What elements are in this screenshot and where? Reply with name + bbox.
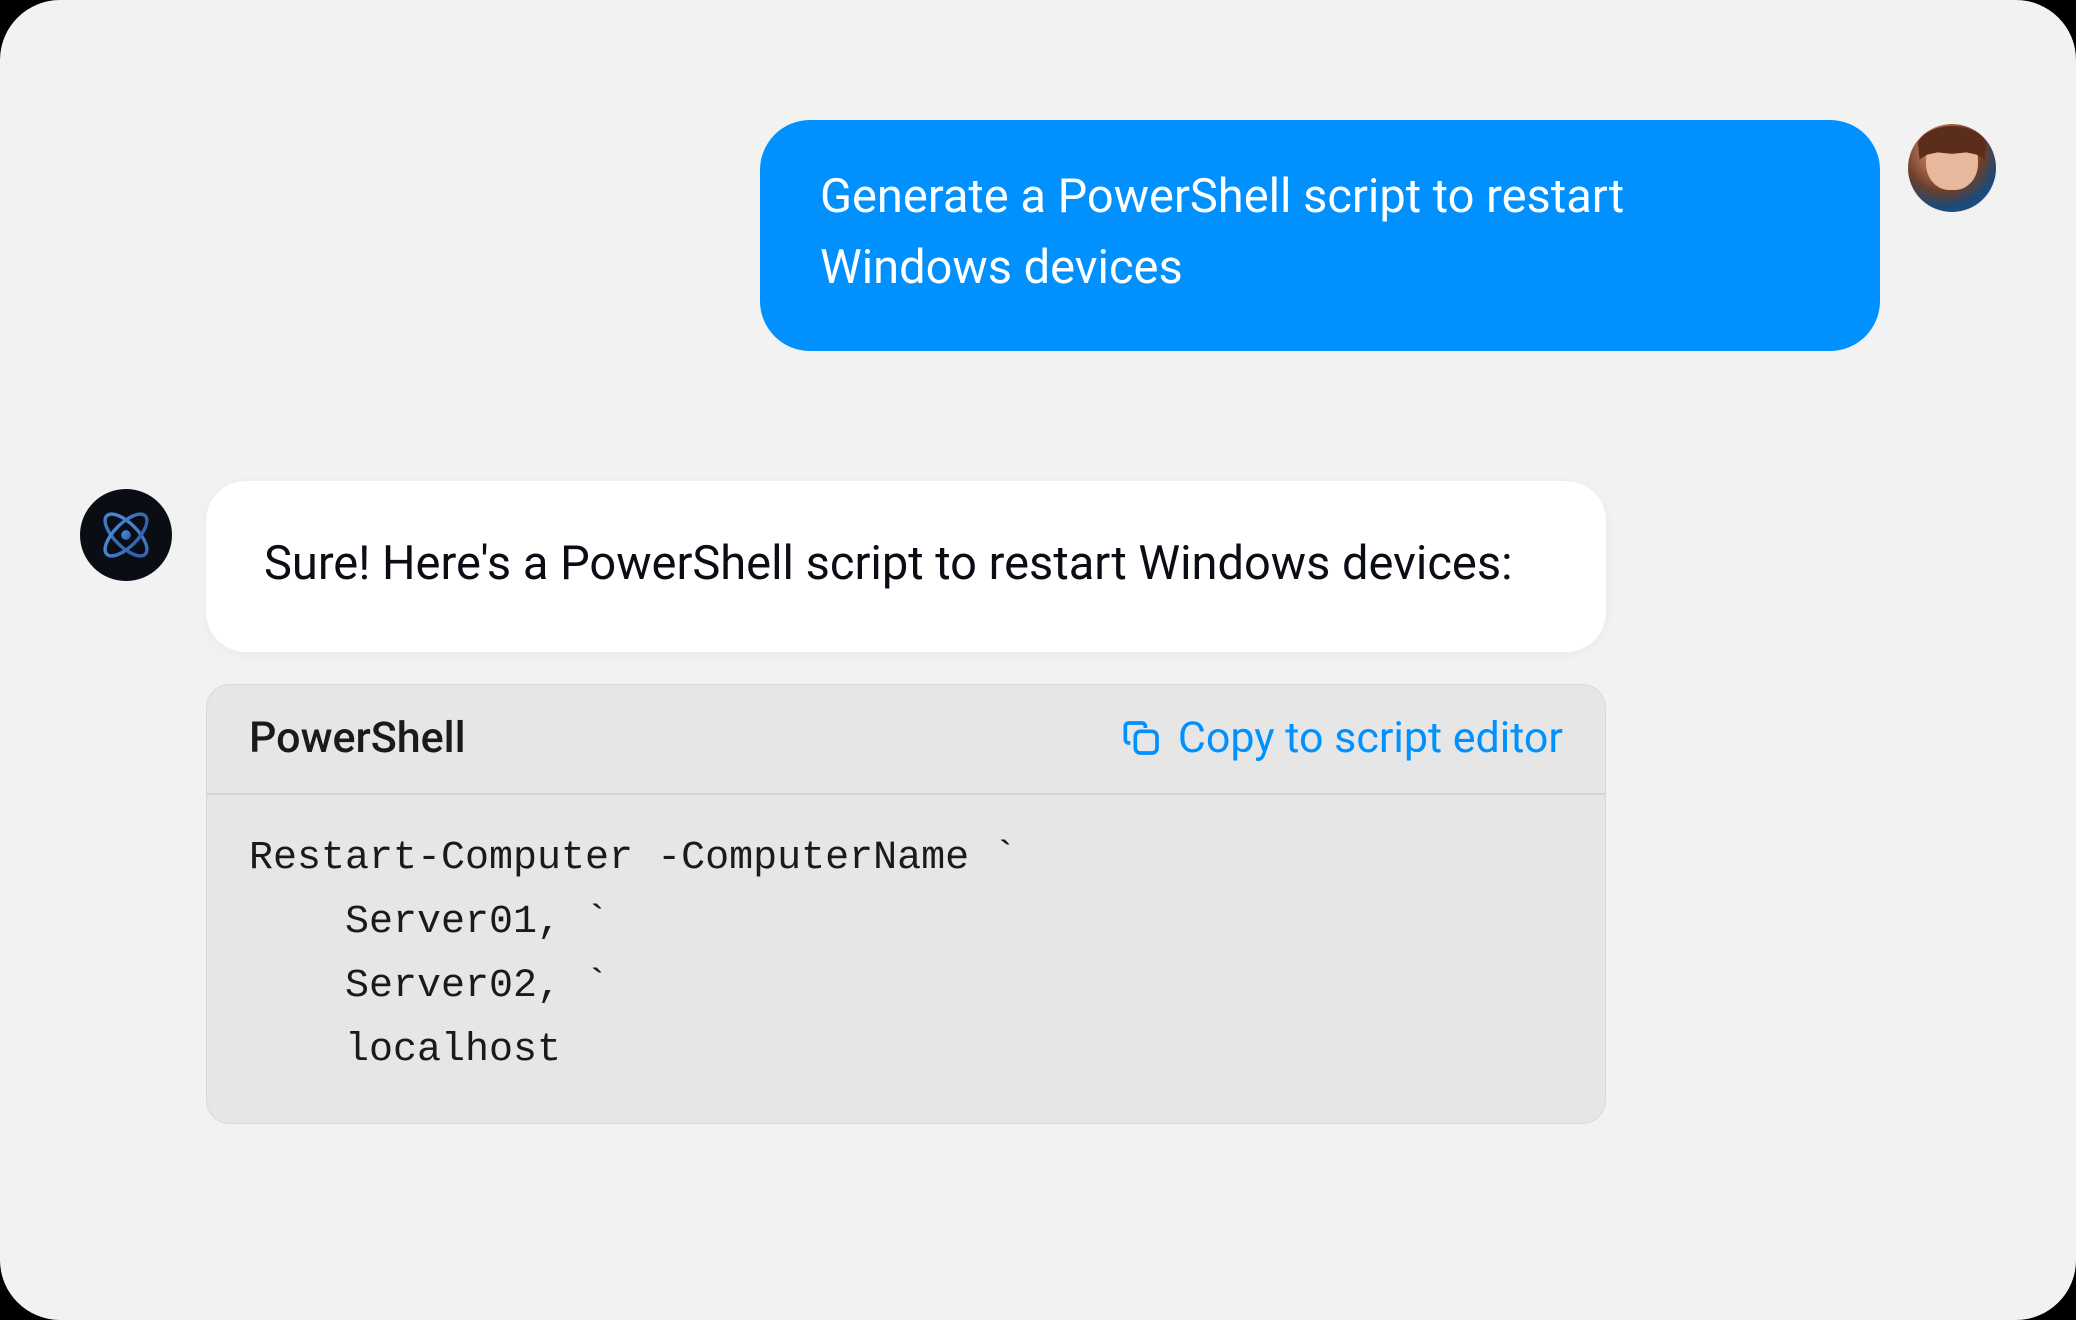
- code-body[interactable]: Restart-Computer -ComputerName ` Server0…: [207, 795, 1605, 1123]
- bot-message-text: Sure! Here's a PowerShell script to rest…: [264, 536, 1512, 591]
- atom-icon: [95, 504, 157, 566]
- bot-message-row: Sure! Here's a PowerShell script to rest…: [80, 481, 1996, 1124]
- copy-icon: [1122, 718, 1162, 758]
- code-header: PowerShell Copy to script editor: [207, 685, 1605, 795]
- bot-message-bubble: Sure! Here's a PowerShell script to rest…: [206, 481, 1606, 652]
- code-block: PowerShell Copy to script editor Restart…: [206, 684, 1606, 1124]
- user-message-row: Generate a PowerShell script to restart …: [80, 120, 1996, 351]
- bot-content: Sure! Here's a PowerShell script to rest…: [206, 481, 1606, 1124]
- user-message-bubble: Generate a PowerShell script to restart …: [760, 120, 1880, 351]
- chat-panel: Generate a PowerShell script to restart …: [0, 0, 2076, 1320]
- messages-list: Generate a PowerShell script to restart …: [80, 80, 1996, 1124]
- copy-button-label: Copy to script editor: [1178, 713, 1563, 763]
- user-avatar[interactable]: [1908, 124, 1996, 212]
- copy-to-script-editor-button[interactable]: Copy to script editor: [1122, 713, 1563, 763]
- code-language-label: PowerShell: [249, 713, 466, 763]
- bot-avatar[interactable]: [80, 489, 172, 581]
- user-message-text: Generate a PowerShell script to restart …: [820, 169, 1624, 295]
